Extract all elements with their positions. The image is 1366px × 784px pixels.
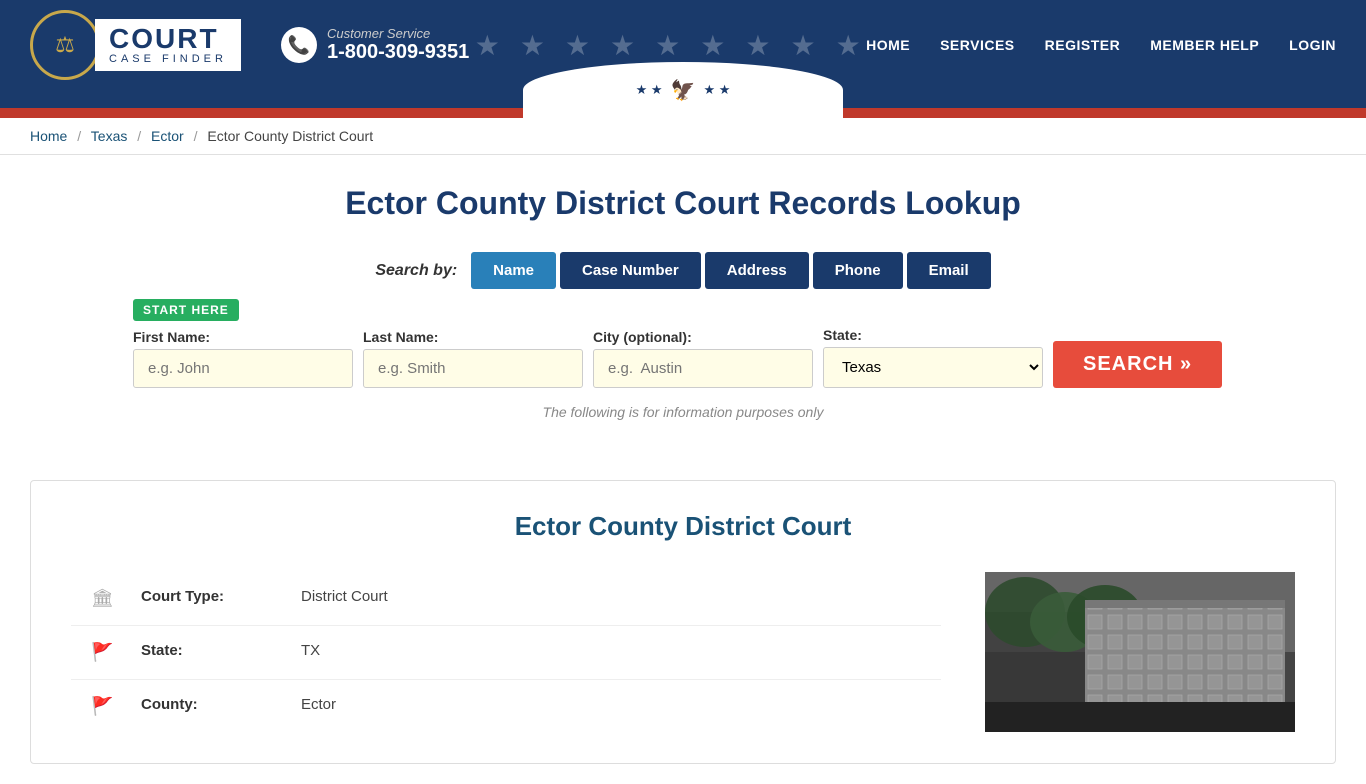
breadcrumb-ector[interactable]: Ector bbox=[151, 128, 184, 144]
breadcrumb-sep-1: / bbox=[77, 128, 81, 144]
logo-case-finder-label: CASE FINDER bbox=[109, 53, 227, 65]
county-label: County: bbox=[141, 696, 301, 713]
city-input[interactable] bbox=[593, 349, 813, 388]
nav-home[interactable]: HOME bbox=[866, 37, 910, 53]
eagle-area: ★ ★ 🦅 ★ ★ bbox=[636, 78, 731, 103]
logo-icon: ⚖ bbox=[30, 10, 100, 80]
city-label: City (optional): bbox=[593, 329, 813, 345]
last-name-input[interactable] bbox=[363, 349, 583, 388]
first-name-input[interactable] bbox=[133, 349, 353, 388]
main-nav: HOME SERVICES REGISTER MEMBER HELP LOGIN bbox=[866, 37, 1336, 53]
search-by-row: Search by: Name Case Number Address Phon… bbox=[30, 252, 1336, 289]
main-content: Ector County District Court Records Look… bbox=[0, 155, 1366, 460]
state-label: State: bbox=[823, 327, 1043, 343]
nav-login[interactable]: LOGIN bbox=[1289, 37, 1336, 53]
search-section: Search by: Name Case Number Address Phon… bbox=[30, 252, 1336, 420]
start-here-badge: START HERE bbox=[133, 299, 239, 321]
customer-service-phone: 1-800-309-9351 bbox=[327, 41, 469, 64]
court-card-inner: 🏛 Court Type: District Court 🚩 State: TX… bbox=[71, 572, 1295, 733]
logo-text: COURT CASE FINDER bbox=[95, 19, 241, 71]
tab-phone[interactable]: Phone bbox=[813, 252, 903, 289]
breadcrumb: Home / Texas / Ector / Ector County Dist… bbox=[0, 118, 1366, 155]
search-form-row: First Name: Last Name: City (optional): … bbox=[133, 327, 1233, 388]
page-title: Ector County District Court Records Look… bbox=[30, 185, 1336, 222]
state-row: 🚩 State: TX bbox=[71, 626, 941, 680]
breadcrumb-sep-3: / bbox=[194, 128, 198, 144]
tab-email[interactable]: Email bbox=[907, 252, 991, 289]
nav-member-help[interactable]: MEMBER HELP bbox=[1150, 37, 1259, 53]
court-building-image bbox=[985, 572, 1295, 732]
arch-banner: ★ ★ 🦅 ★ ★ bbox=[0, 90, 1366, 108]
customer-service-label: Customer Service bbox=[327, 26, 469, 41]
customer-service: 📞 Customer Service 1-800-309-9351 bbox=[281, 26, 469, 64]
last-name-group: Last Name: bbox=[363, 329, 583, 388]
breadcrumb-current: Ector County District Court bbox=[207, 128, 373, 144]
logo[interactable]: ⚖ COURT CASE FINDER bbox=[30, 10, 241, 80]
court-info-left: 🏛 Court Type: District Court 🚩 State: TX… bbox=[71, 572, 955, 733]
court-card-title: Ector County District Court bbox=[71, 511, 1295, 542]
state-label-row: State: bbox=[141, 642, 301, 659]
breadcrumb-home[interactable]: Home bbox=[30, 128, 67, 144]
county-row: 🚩 County: Ector bbox=[71, 680, 941, 733]
court-type-label: Court Type: bbox=[141, 588, 301, 605]
tab-name[interactable]: Name bbox=[471, 252, 556, 289]
phone-icon: 📞 bbox=[281, 27, 317, 63]
arch-white: ★ ★ 🦅 ★ ★ bbox=[523, 62, 843, 118]
tab-address[interactable]: Address bbox=[705, 252, 809, 289]
breadcrumb-sep-2: / bbox=[137, 128, 141, 144]
tab-case-number[interactable]: Case Number bbox=[560, 252, 701, 289]
nav-register[interactable]: REGISTER bbox=[1045, 37, 1121, 53]
search-form-container: START HERE First Name: Last Name: City (… bbox=[133, 299, 1233, 388]
info-note: The following is for information purpose… bbox=[30, 404, 1336, 420]
court-type-icon: 🏛 bbox=[91, 588, 121, 609]
court-type-value: District Court bbox=[301, 588, 388, 605]
state-select[interactable]: Texas AlabamaAlaskaArizona ArkansasCalif… bbox=[823, 347, 1043, 388]
search-button[interactable]: SEARCH » bbox=[1053, 341, 1222, 388]
state-icon: 🚩 bbox=[91, 642, 121, 663]
last-name-label: Last Name: bbox=[363, 329, 583, 345]
breadcrumb-texas[interactable]: Texas bbox=[91, 128, 128, 144]
county-icon: 🚩 bbox=[91, 696, 121, 717]
nav-services[interactable]: SERVICES bbox=[940, 37, 1015, 53]
search-by-label: Search by: bbox=[375, 262, 457, 280]
city-group: City (optional): bbox=[593, 329, 813, 388]
county-value: Ector bbox=[301, 696, 336, 713]
state-group: State: Texas AlabamaAlaskaArizona Arkans… bbox=[823, 327, 1043, 388]
court-card: Ector County District Court 🏛 Court Type… bbox=[30, 480, 1336, 764]
first-name-group: First Name: bbox=[133, 329, 353, 388]
first-name-label: First Name: bbox=[133, 329, 353, 345]
state-value: TX bbox=[301, 642, 320, 659]
logo-court-label: COURT bbox=[109, 25, 227, 53]
court-type-row: 🏛 Court Type: District Court bbox=[71, 572, 941, 626]
